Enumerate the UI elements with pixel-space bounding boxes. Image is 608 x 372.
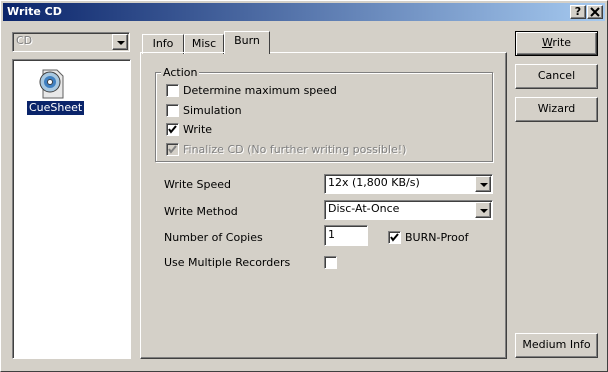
simulation-label: Simulation [183, 104, 242, 117]
help-button[interactable]: ? [570, 5, 586, 19]
drive-select[interactable]: CD [12, 32, 130, 52]
wizard-button[interactable]: Wizard [515, 97, 598, 122]
write-button[interactable]: Write [515, 31, 598, 56]
checkmark-icon [168, 145, 177, 154]
simulation-checkbox[interactable] [166, 104, 179, 117]
cd-file-icon[interactable] [35, 68, 67, 100]
tab-panel-burn: Action Determine maximum speed Simulatio… [140, 52, 507, 359]
copies-input[interactable]: 1 [324, 225, 368, 246]
close-icon [590, 7, 600, 17]
finalize-checkbox [166, 143, 179, 156]
write-speed-label: Write Speed [164, 178, 232, 191]
determine-speed-checkbox[interactable] [166, 84, 179, 97]
chevron-down-icon[interactable] [112, 34, 128, 50]
chevron-down-icon[interactable] [475, 202, 491, 218]
cuesheet-item[interactable]: CueSheet [25, 100, 86, 116]
checkmark-icon [168, 125, 177, 134]
copies-label: Number of Copies [164, 231, 263, 244]
window-title: Write CD [7, 5, 62, 18]
finalize-label: Finalize CD (No further writing possible… [183, 143, 407, 156]
multi-recorders-checkbox[interactable] [324, 256, 337, 269]
chevron-down-icon[interactable] [475, 176, 491, 192]
burnproof-label: BURN-Proof [405, 231, 469, 244]
tab-misc[interactable]: Misc [184, 34, 224, 54]
source-list[interactable]: CueSheet [12, 59, 131, 359]
write-speed-value: 12x (1,800 KB/s) [328, 176, 420, 189]
burnproof-checkbox[interactable] [388, 231, 401, 244]
checkmark-icon [390, 233, 399, 242]
tab-info[interactable]: Info [142, 34, 184, 54]
cancel-button[interactable]: Cancel [515, 64, 598, 89]
write-method-label: Write Method [164, 205, 238, 218]
close-button[interactable] [587, 5, 603, 19]
drive-select-value: CD [16, 34, 33, 47]
write-method-value: Disc-At-Once [328, 202, 400, 215]
write-method-select[interactable]: Disc-At-Once [324, 200, 493, 220]
write-checkbox[interactable] [166, 123, 179, 136]
tab-burn[interactable]: Burn [224, 31, 270, 54]
multi-recorders-label: Use Multiple Recorders [164, 256, 291, 269]
determine-speed-label: Determine maximum speed [183, 84, 337, 97]
write-speed-select[interactable]: 12x (1,800 KB/s) [324, 174, 493, 194]
medium-info-button[interactable]: Medium Info [515, 333, 598, 358]
write-cd-dialog: Write CD ? CD CueSheet Info Misc Burn Ac… [0, 0, 608, 372]
title-bar: Write CD ? [3, 3, 605, 21]
write-label: Write [183, 123, 213, 136]
action-group-label: Action [161, 66, 200, 79]
